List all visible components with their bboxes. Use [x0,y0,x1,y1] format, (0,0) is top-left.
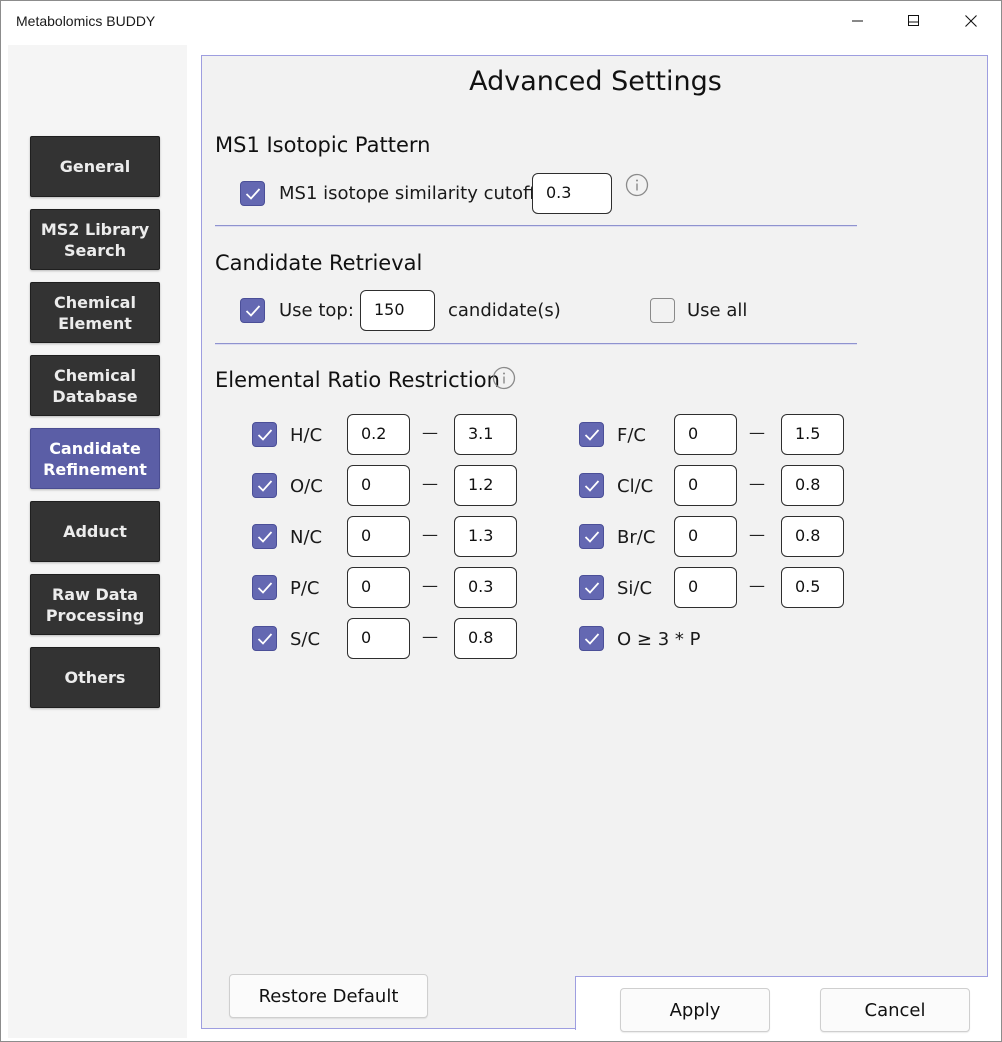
ratio-sc-checkbox[interactable] [252,626,277,651]
settings-panel: Advanced Settings MS1 Isotopic Pattern M… [201,55,988,1032]
main-area: Advanced Settings MS1 Isotopic Pattern M… [188,41,1000,1040]
range-dash: — [749,576,765,595]
section-divider [215,225,857,227]
page-title: Advanced Settings [469,66,722,97]
ratio-sc-max-input[interactable]: 0.8 [454,618,517,659]
range-dash: — [422,627,438,646]
check-icon [257,480,273,492]
check-icon [584,633,600,645]
ratio-fc-min-input[interactable]: 0 [674,414,737,455]
ratio-nc-min-input[interactable]: 0 [347,516,410,557]
info-icon[interactable] [625,173,649,197]
range-dash: — [749,525,765,544]
range-dash: — [749,474,765,493]
footer-action-area: Apply Cancel [575,976,988,1032]
sidebar-item-general[interactable]: General [30,136,160,197]
ratio-clc-label: Cl/C [617,476,654,497]
check-icon [584,429,600,441]
range-dash: — [422,423,438,442]
ms1-section-title: MS1 Isotopic Pattern [215,133,431,157]
ratio-fc-max-input[interactable]: 1.5 [781,414,844,455]
use-all-checkbox[interactable] [650,298,675,323]
ratio-oc-min-input[interactable]: 0 [347,465,410,506]
ratio-nc-label: N/C [290,527,323,548]
ratio-sic-min-input[interactable]: 0 [674,567,737,608]
maximize-icon [908,14,919,26]
ratio-sic-checkbox[interactable] [579,575,604,600]
ratio-pc-checkbox[interactable] [252,575,277,600]
o-ge-3p-label: O ≥ 3 * P [617,629,701,650]
apply-button[interactable]: Apply [620,988,770,1032]
close-icon [965,14,977,27]
range-dash: — [422,576,438,595]
ratio-hc-checkbox[interactable] [252,422,277,447]
section-divider [215,343,857,345]
check-icon [245,188,261,200]
maximize-button[interactable] [891,0,937,41]
ratio-sc-label: S/C [290,629,321,650]
sidebar-item-raw-data-processing[interactable]: Raw Data Processing [30,574,160,635]
range-dash: — [749,423,765,442]
ms1-cutoff-input[interactable]: 0.3 [532,173,612,214]
minimize-icon [852,20,863,21]
range-dash: — [422,474,438,493]
info-icon[interactable] [492,366,516,390]
check-icon [584,582,600,594]
window-title: Metabolomics BUDDY [16,13,156,29]
ratio-oc-label: O/C [290,476,323,497]
check-icon [257,633,273,645]
check-icon [257,582,273,594]
restore-default-button[interactable]: Restore Default [229,974,428,1018]
ratio-oc-max-input[interactable]: 1.2 [454,465,517,506]
candidates-unit-label: candidate(s) [448,300,561,321]
range-dash: — [422,525,438,544]
close-button[interactable] [948,0,994,41]
sidebar-item-chemical-element[interactable]: Chemical Element [30,282,160,343]
ratio-clc-checkbox[interactable] [579,473,604,498]
ratio-nc-checkbox[interactable] [252,524,277,549]
ratio-brc-label: Br/C [617,527,656,548]
ratio-sc-min-input[interactable]: 0 [347,618,410,659]
ratio-hc-max-input[interactable]: 3.1 [454,414,517,455]
cancel-button[interactable]: Cancel [820,988,970,1032]
retrieval-section-title: Candidate Retrieval [215,251,423,275]
ratio-fc-label: F/C [617,425,646,446]
sidebar-item-others[interactable]: Others [30,647,160,708]
ratio-clc-min-input[interactable]: 0 [674,465,737,506]
ratio-brc-checkbox[interactable] [579,524,604,549]
check-icon [257,429,273,441]
ratio-nc-max-input[interactable]: 1.3 [454,516,517,557]
use-top-checkbox[interactable] [240,298,265,323]
check-icon [584,480,600,492]
ratio-clc-max-input[interactable]: 0.8 [781,465,844,506]
sidebar-item-ms2-library-search[interactable]: MS2 Library Search [30,209,160,270]
ratio-brc-max-input[interactable]: 0.8 [781,516,844,557]
ratio-oc-checkbox[interactable] [252,473,277,498]
ratio-sic-max-input[interactable]: 0.5 [781,567,844,608]
use-top-label: Use top: [279,300,354,321]
minimize-button[interactable] [835,0,881,41]
ms1-cutoff-checkbox[interactable] [240,181,265,206]
ratio-pc-min-input[interactable]: 0 [347,567,410,608]
sidebar-item-chemical-database[interactable]: Chemical Database [30,355,160,416]
ratio-pc-max-input[interactable]: 0.3 [454,567,517,608]
sidebar-item-candidate-refinement[interactable]: Candidate Refinement [30,428,160,489]
ms1-cutoff-label: MS1 isotope similarity cutoff: [279,183,542,204]
ratio-fc-checkbox[interactable] [579,422,604,447]
check-icon [584,531,600,543]
check-icon [245,305,261,317]
ratio-brc-min-input[interactable]: 0 [674,516,737,557]
check-icon [257,531,273,543]
o-ge-3p-checkbox[interactable] [579,626,604,651]
ratio-sic-label: Si/C [617,578,653,599]
sidebar-item-adduct[interactable]: Adduct [30,501,160,562]
ratio-section-title: Elemental Ratio Restriction [215,368,500,392]
use-all-label: Use all [687,300,748,321]
ratio-hc-label: H/C [290,425,323,446]
ratio-pc-label: P/C [290,578,320,599]
sidebar: General MS2 Library Search Chemical Elem… [8,45,187,1038]
ratio-hc-min-input[interactable]: 0.2 [347,414,410,455]
top-candidates-input[interactable]: 150 [360,290,435,331]
